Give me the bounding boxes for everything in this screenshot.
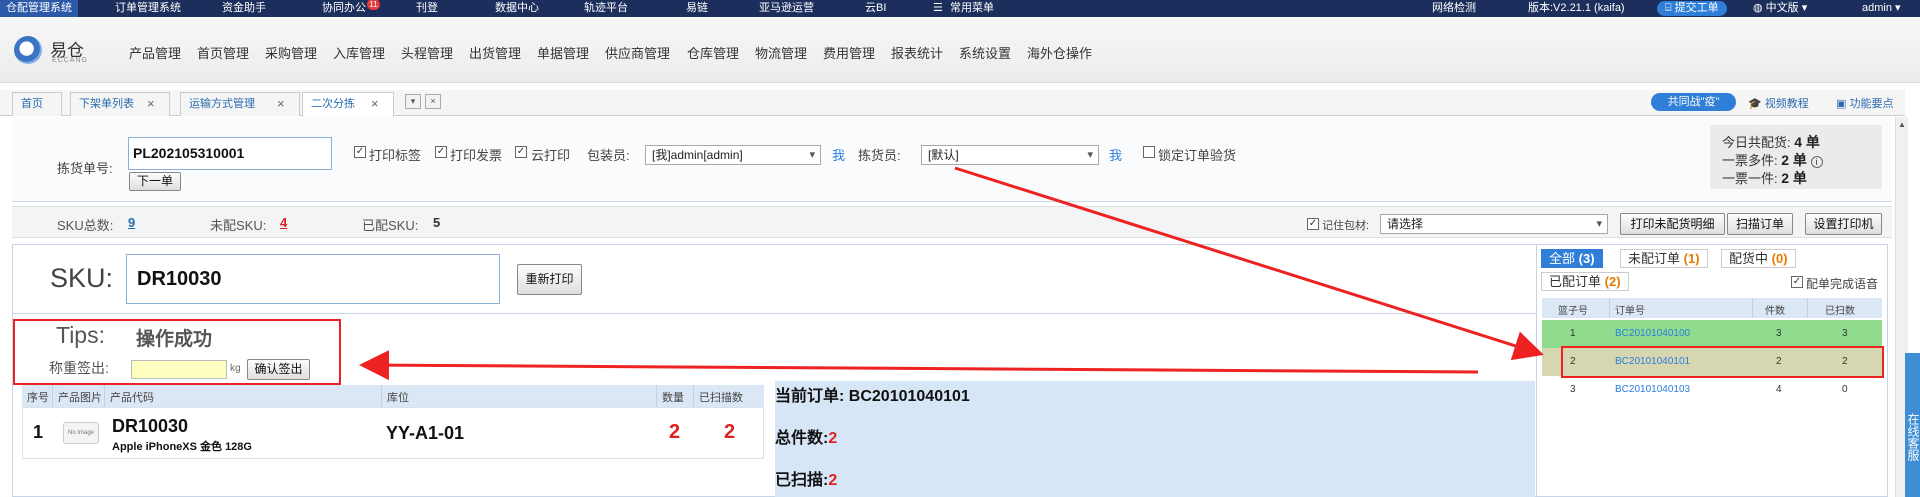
annotation-arrows [359,166,1544,381]
arrow-picker-to-order [954,166,1544,361]
arrow-order-to-checkout [359,350,1479,381]
scroll-up-icon[interactable]: ▲ [1898,120,1906,129]
online-service-button[interactable]: 在线客服 [1905,353,1920,497]
app-root: 仓配管理系统 订单管理系统 资金助手 协同办公 11 刊登 数据中心 轨迹平台 … [0,0,1920,497]
